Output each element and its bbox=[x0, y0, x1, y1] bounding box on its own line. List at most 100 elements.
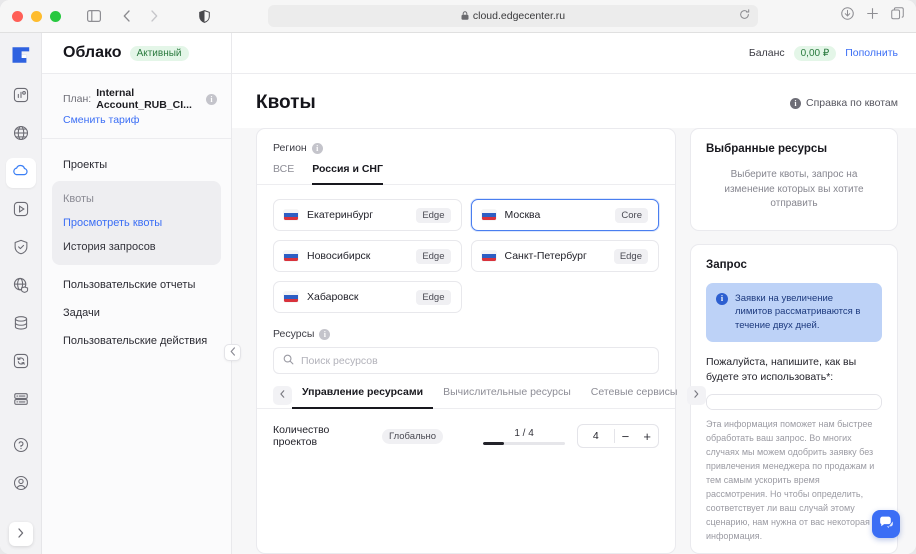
sidebar-collapse-button[interactable] bbox=[224, 344, 241, 361]
rail-icon-storage[interactable] bbox=[6, 310, 36, 340]
sidebar-item-request-history[interactable]: История запросов bbox=[52, 235, 221, 259]
rail-icon-security[interactable] bbox=[6, 234, 36, 264]
quota-meter-fill bbox=[483, 442, 503, 445]
region-item-novosibirsk[interactable]: Новосибирск Edge bbox=[273, 240, 462, 272]
sidebar-item-view-quotas[interactable]: Просмотреть квоты bbox=[52, 211, 221, 235]
quota-stepper-value[interactable]: 4 bbox=[578, 430, 614, 442]
request-textarea[interactable] bbox=[706, 394, 882, 410]
region-item-saint-petersburg[interactable]: Санкт-Петербург Edge bbox=[471, 240, 660, 272]
request-help-text: Эта информация поможет нам быстрее обраб… bbox=[706, 418, 882, 543]
rail-icon-help[interactable] bbox=[6, 432, 36, 462]
region-name: Екатеринбург bbox=[307, 209, 373, 221]
resources-label-text: Ресурсы bbox=[273, 328, 314, 340]
rail-icon-cdn[interactable] bbox=[6, 120, 36, 150]
quota-meter-track bbox=[483, 442, 565, 445]
quota-name: Количество проектов bbox=[273, 424, 375, 448]
rail-icon-cloud[interactable] bbox=[6, 158, 36, 188]
region-item-moscow[interactable]: Москва Core bbox=[471, 199, 660, 231]
region-tab-all[interactable]: ВСЕ bbox=[273, 163, 294, 185]
cloud-icon bbox=[12, 162, 29, 184]
region-item-khabarovsk[interactable]: Хабаровск Edge bbox=[273, 281, 462, 313]
resource-tab-network[interactable]: Сетевые сервисы bbox=[581, 382, 688, 409]
info-icon[interactable]: i bbox=[319, 329, 330, 340]
resource-search-wrap bbox=[257, 347, 675, 374]
sidebar-item-projects[interactable]: Проекты bbox=[52, 151, 221, 179]
region-section-label: Регион i bbox=[257, 129, 675, 154]
browser-actions bbox=[841, 7, 904, 25]
chevron-left-icon bbox=[230, 347, 236, 358]
forward-button[interactable] bbox=[143, 5, 165, 27]
sidebar-item-user-actions[interactable]: Пользовательские действия bbox=[52, 327, 221, 355]
rail-icon-sync[interactable] bbox=[6, 348, 36, 378]
url-text: cloud.edgecenter.ru bbox=[473, 10, 565, 22]
maximize-window-button[interactable] bbox=[50, 11, 61, 22]
topup-link[interactable]: Пополнить bbox=[845, 47, 898, 59]
database-icon bbox=[13, 315, 29, 336]
change-plan-link[interactable]: Сменить тариф bbox=[63, 114, 217, 126]
region-grid: Екатеринбург Edge Москва Core Новосибирс… bbox=[257, 185, 675, 317]
quota-help-link[interactable]: i Справка по квотам bbox=[790, 97, 898, 109]
sidebar-item-custom-reports[interactable]: Пользовательские отчеты bbox=[52, 271, 221, 299]
sync-icon bbox=[13, 353, 29, 374]
lock-icon bbox=[461, 11, 469, 22]
request-title: Запрос bbox=[706, 259, 882, 271]
close-window-button[interactable] bbox=[12, 11, 23, 22]
rail-expand-button[interactable] bbox=[9, 522, 33, 546]
rail-icon-account[interactable] bbox=[6, 470, 36, 500]
browser-navigation bbox=[115, 5, 165, 27]
balance-label: Баланс bbox=[749, 47, 785, 59]
sidebar-item-tasks[interactable]: Задачи bbox=[52, 299, 221, 327]
sidebar-toggle-icon[interactable] bbox=[83, 5, 105, 27]
resource-tab-management[interactable]: Управление ресурсами bbox=[292, 382, 433, 409]
minus-icon[interactable]: − bbox=[615, 425, 637, 447]
search-input[interactable] bbox=[301, 355, 649, 367]
quota-usage-meter: 1 / 4 bbox=[483, 428, 565, 445]
rail-icon-dns[interactable] bbox=[6, 272, 36, 302]
region-tab-russia-cis[interactable]: Россия и СНГ bbox=[312, 163, 383, 185]
info-icon[interactable]: i bbox=[206, 94, 217, 105]
right-panel: Выбранные ресурсы Выберите квоты, запрос… bbox=[690, 128, 898, 554]
region-name: Москва bbox=[505, 209, 541, 221]
shield-check-icon bbox=[13, 239, 29, 260]
download-icon[interactable] bbox=[841, 7, 854, 25]
resource-tabs-prev-button[interactable] bbox=[273, 386, 292, 405]
info-icon[interactable]: i bbox=[312, 143, 323, 154]
left-sidebar: Облако Активный План: Internal Account_R… bbox=[42, 33, 232, 554]
region-tag: Edge bbox=[614, 249, 648, 264]
region-name: Хабаровск bbox=[307, 291, 358, 303]
region-item-ekaterinburg[interactable]: Екатеринбург Edge bbox=[273, 199, 462, 231]
plus-icon[interactable] bbox=[866, 7, 879, 25]
chevron-right-icon bbox=[18, 528, 24, 541]
region-tag: Edge bbox=[416, 290, 450, 305]
quota-help-label: Справка по квотам bbox=[806, 97, 898, 109]
selected-resources-title: Выбранные ресурсы bbox=[706, 143, 882, 155]
resources-section-label: Ресурсы i bbox=[257, 317, 675, 340]
request-note-text: Заявки на увеличение лимитов рассматрива… bbox=[735, 292, 872, 333]
page-title: Квоты bbox=[256, 92, 316, 114]
ru-flag-icon bbox=[482, 251, 496, 261]
minimize-window-button[interactable] bbox=[31, 11, 42, 22]
ru-flag-icon bbox=[284, 210, 298, 220]
resource-search-box[interactable] bbox=[273, 347, 659, 374]
quota-row: Количество проектов Глобально 1 / 4 4 − bbox=[257, 409, 675, 448]
sidebar-group-title-quotas: Квоты bbox=[52, 187, 221, 211]
rail-icon-streaming[interactable] bbox=[6, 196, 36, 226]
quota-stepper[interactable]: 4 − + bbox=[577, 424, 659, 448]
chat-widget-button[interactable] bbox=[872, 510, 900, 538]
back-button[interactable] bbox=[115, 5, 137, 27]
request-prompt: Пожалуйста, напишите, как вы будете это … bbox=[706, 355, 882, 385]
resource-tabs: Управление ресурсами Вычислительные ресу… bbox=[257, 382, 675, 409]
edgecenter-logo-icon[interactable] bbox=[8, 42, 34, 68]
plus-icon[interactable]: + bbox=[636, 425, 658, 447]
sidebar-nav: Проекты Квоты Просмотреть квоты История … bbox=[42, 139, 231, 355]
reload-icon[interactable] bbox=[739, 9, 750, 23]
resource-tab-compute[interactable]: Вычислительные ресурсы bbox=[433, 382, 581, 409]
rail-icon-analytics[interactable] bbox=[6, 82, 36, 112]
address-bar[interactable]: cloud.edgecenter.ru bbox=[268, 5, 758, 27]
tab-overview-icon[interactable] bbox=[891, 7, 904, 25]
privacy-shield-icon[interactable] bbox=[193, 5, 215, 27]
rail-icon-servers[interactable] bbox=[6, 386, 36, 416]
resource-tabs-next-button[interactable] bbox=[687, 386, 706, 405]
streaming-icon bbox=[13, 201, 29, 222]
quota-scope-badge: Глобально bbox=[382, 429, 443, 444]
